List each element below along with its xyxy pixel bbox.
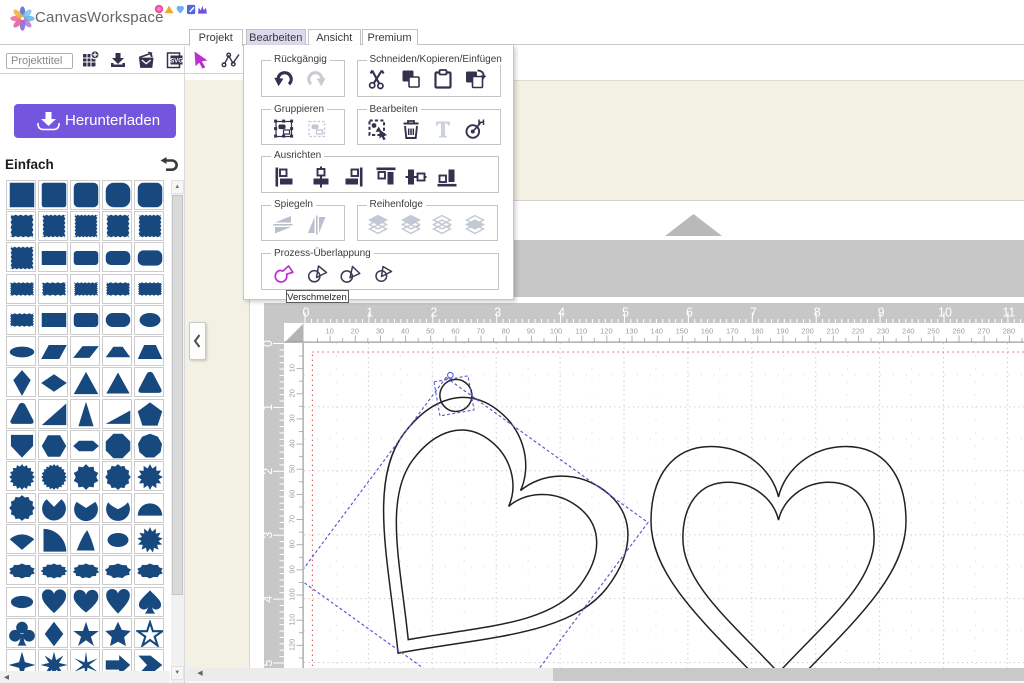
- svg-text:180: 180: [751, 327, 764, 336]
- svg-text:20: 20: [351, 327, 359, 336]
- svg-text:270: 270: [978, 327, 991, 336]
- svg-text:3: 3: [494, 305, 501, 319]
- svg-text:80: 80: [502, 327, 510, 336]
- svg-text:40: 40: [401, 327, 409, 336]
- svg-text:9: 9: [878, 305, 885, 319]
- svg-text:1: 1: [366, 305, 373, 319]
- svg-text:10: 10: [326, 327, 334, 336]
- svg-text:120: 120: [287, 638, 296, 651]
- svg-text:40: 40: [287, 439, 296, 447]
- svg-text:100: 100: [287, 588, 296, 601]
- svg-text:230: 230: [877, 327, 890, 336]
- svg-text:0: 0: [303, 305, 310, 319]
- svg-text:80: 80: [287, 540, 296, 548]
- svg-text:7: 7: [750, 305, 757, 319]
- svg-text:1: 1: [264, 403, 275, 410]
- svg-text:170: 170: [726, 327, 739, 336]
- svg-text:90: 90: [287, 565, 296, 573]
- svg-text:50: 50: [426, 327, 434, 336]
- svg-text:SVG: SVG: [170, 59, 183, 65]
- svg-text:60: 60: [287, 489, 296, 497]
- svg-text:20: 20: [287, 389, 296, 397]
- svg-text:4: 4: [558, 305, 565, 319]
- svg-text:140: 140: [650, 327, 663, 336]
- svg-text:250: 250: [927, 327, 940, 336]
- svg-text:30: 30: [287, 414, 296, 422]
- svg-text:70: 70: [287, 514, 296, 522]
- svg-text:150: 150: [676, 327, 689, 336]
- svg-text:190: 190: [776, 327, 789, 336]
- svg-text:10: 10: [938, 305, 952, 319]
- svg-text:100: 100: [550, 327, 563, 336]
- svg-text:2: 2: [430, 305, 437, 319]
- svg-text:210: 210: [827, 327, 840, 336]
- svg-text:160: 160: [701, 327, 714, 336]
- svg-text:200: 200: [801, 327, 814, 336]
- svg-text:11: 11: [1002, 305, 1015, 319]
- svg-text:10: 10: [287, 364, 296, 372]
- svg-text:90: 90: [527, 327, 535, 336]
- svg-text:130: 130: [625, 327, 638, 336]
- svg-text:260: 260: [952, 327, 965, 336]
- svg-text:110: 110: [287, 613, 296, 625]
- svg-text:60: 60: [451, 327, 459, 336]
- svg-text:50: 50: [287, 464, 296, 472]
- svg-text:0: 0: [264, 339, 275, 346]
- svg-text:4: 4: [264, 595, 275, 602]
- svg-text:70: 70: [476, 327, 484, 336]
- svg-text:5: 5: [622, 305, 629, 319]
- svg-text:280: 280: [1003, 327, 1016, 336]
- svg-text:220: 220: [852, 327, 865, 336]
- svg-text:3: 3: [264, 531, 275, 538]
- svg-text:240: 240: [902, 327, 915, 336]
- svg-text:6: 6: [686, 305, 693, 319]
- svg-text:2: 2: [264, 467, 275, 474]
- svg-text:8: 8: [814, 305, 821, 319]
- svg-text:5: 5: [264, 659, 275, 666]
- svg-text:110: 110: [575, 327, 587, 336]
- svg-text:30: 30: [376, 327, 384, 336]
- svg-text:120: 120: [600, 327, 613, 336]
